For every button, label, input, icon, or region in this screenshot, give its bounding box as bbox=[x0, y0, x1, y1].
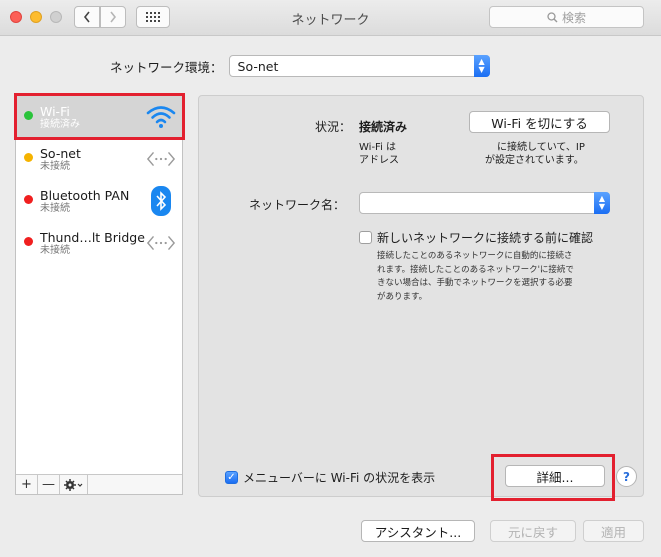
ask-join-desc-line: 接続したことのあるネットワークに自動的に接続さ bbox=[377, 251, 573, 261]
action-menu-button[interactable] bbox=[60, 475, 88, 494]
show-menu-option: ✓ メニューバーに Wi-Fi の状況を表示 bbox=[225, 469, 435, 486]
network-name-popup[interactable]: ▲ ▼ bbox=[359, 192, 610, 214]
service-status: 未接続 bbox=[40, 160, 70, 172]
service-name: Thund…lt Bridge bbox=[40, 229, 145, 245]
gear-icon bbox=[63, 478, 82, 491]
status-label: 状況： bbox=[315, 120, 352, 134]
show-menu-label: メニューバーに Wi-Fi の状況を表示 bbox=[243, 471, 436, 485]
ask-join-desc-line: があります。 bbox=[377, 291, 428, 302]
status-dot bbox=[24, 195, 33, 204]
status-value: 接続済み bbox=[359, 120, 408, 134]
popup-arrows-icon: ▲ ▼ bbox=[473, 55, 490, 77]
ask-join-checkbox[interactable] bbox=[359, 231, 372, 244]
search-field[interactable]: 検索 bbox=[489, 6, 644, 28]
service-status: 未接続 bbox=[40, 202, 70, 214]
remove-service-button[interactable]: — bbox=[38, 475, 60, 494]
highlight-box-wifi bbox=[14, 93, 185, 140]
ask-join-desc-line: きない場合は、手動でネットワークを選択する必要 bbox=[377, 278, 573, 288]
status-dot bbox=[24, 153, 33, 162]
ask-join-label: 新しいネットワークに接続する前に確認 bbox=[377, 231, 594, 245]
search-icon bbox=[547, 11, 558, 22]
detail-panel: 状況： 接続済み Wi-Fi を切にする Wi-Fi は アドレス に接続してい… bbox=[198, 95, 644, 497]
apply-button[interactable]: 適用 bbox=[583, 520, 644, 542]
service-item-so-net[interactable]: So-net 未接続 bbox=[16, 138, 182, 180]
search-placeholder: 検索 bbox=[561, 10, 586, 25]
service-list-toolbar: + — bbox=[16, 474, 182, 494]
service-name: Bluetooth PAN bbox=[40, 187, 130, 203]
show-menu-checkbox[interactable]: ✓ bbox=[225, 471, 238, 484]
status-dot bbox=[24, 237, 33, 246]
service-list: Wi-Fi 接続済み So-net 未接続 Bluetooth PAN 未接続 bbox=[15, 95, 183, 495]
network-name-label: ネットワーク名： bbox=[249, 198, 346, 212]
service-name: So-net bbox=[40, 145, 81, 161]
service-item-bluetooth-pan[interactable]: Bluetooth PAN 未接続 bbox=[16, 180, 182, 222]
help-button[interactable]: ? bbox=[616, 466, 637, 487]
location-label: ネットワーク環境： bbox=[110, 59, 223, 75]
service-item-thunderbolt-bridge[interactable]: Thund…lt Bridge 未接続 bbox=[16, 222, 182, 264]
location-row: ネットワーク環境： So-net ▲ ▼ bbox=[110, 55, 490, 77]
add-service-button[interactable]: + bbox=[16, 475, 38, 494]
bluetooth-icon bbox=[146, 186, 176, 216]
ask-join-description: 接続したことのあるネットワークに自動的に接続さ れます。接続したことのあるネット… bbox=[377, 250, 574, 304]
location-popup[interactable]: So-net ▲ ▼ bbox=[228, 55, 490, 77]
popup-arrows-icon: ▲ ▼ bbox=[594, 192, 610, 214]
service-status: 未接続 bbox=[40, 244, 70, 256]
status-desc-line-2: アドレス bbox=[359, 155, 399, 166]
status-desc-line-4: が設定されています。 bbox=[485, 155, 584, 166]
wifi-toggle-button[interactable]: Wi-Fi を切にする bbox=[469, 111, 610, 133]
ask-join-desc-line: れます。接続したことのあるネットワーク'に接続で bbox=[377, 264, 574, 275]
assistant-button[interactable]: アシスタント... bbox=[361, 520, 475, 542]
location-value: So-net bbox=[237, 58, 279, 74]
revert-button[interactable]: 元に戻す bbox=[490, 520, 576, 542]
title-bar: ネットワーク 検索 bbox=[0, 0, 661, 36]
ppp-icon bbox=[146, 144, 176, 174]
ask-join-option: 新しいネットワークに接続する前に確認 bbox=[359, 229, 593, 246]
highlight-box-advanced bbox=[491, 454, 615, 501]
ethernet-icon bbox=[146, 228, 176, 258]
